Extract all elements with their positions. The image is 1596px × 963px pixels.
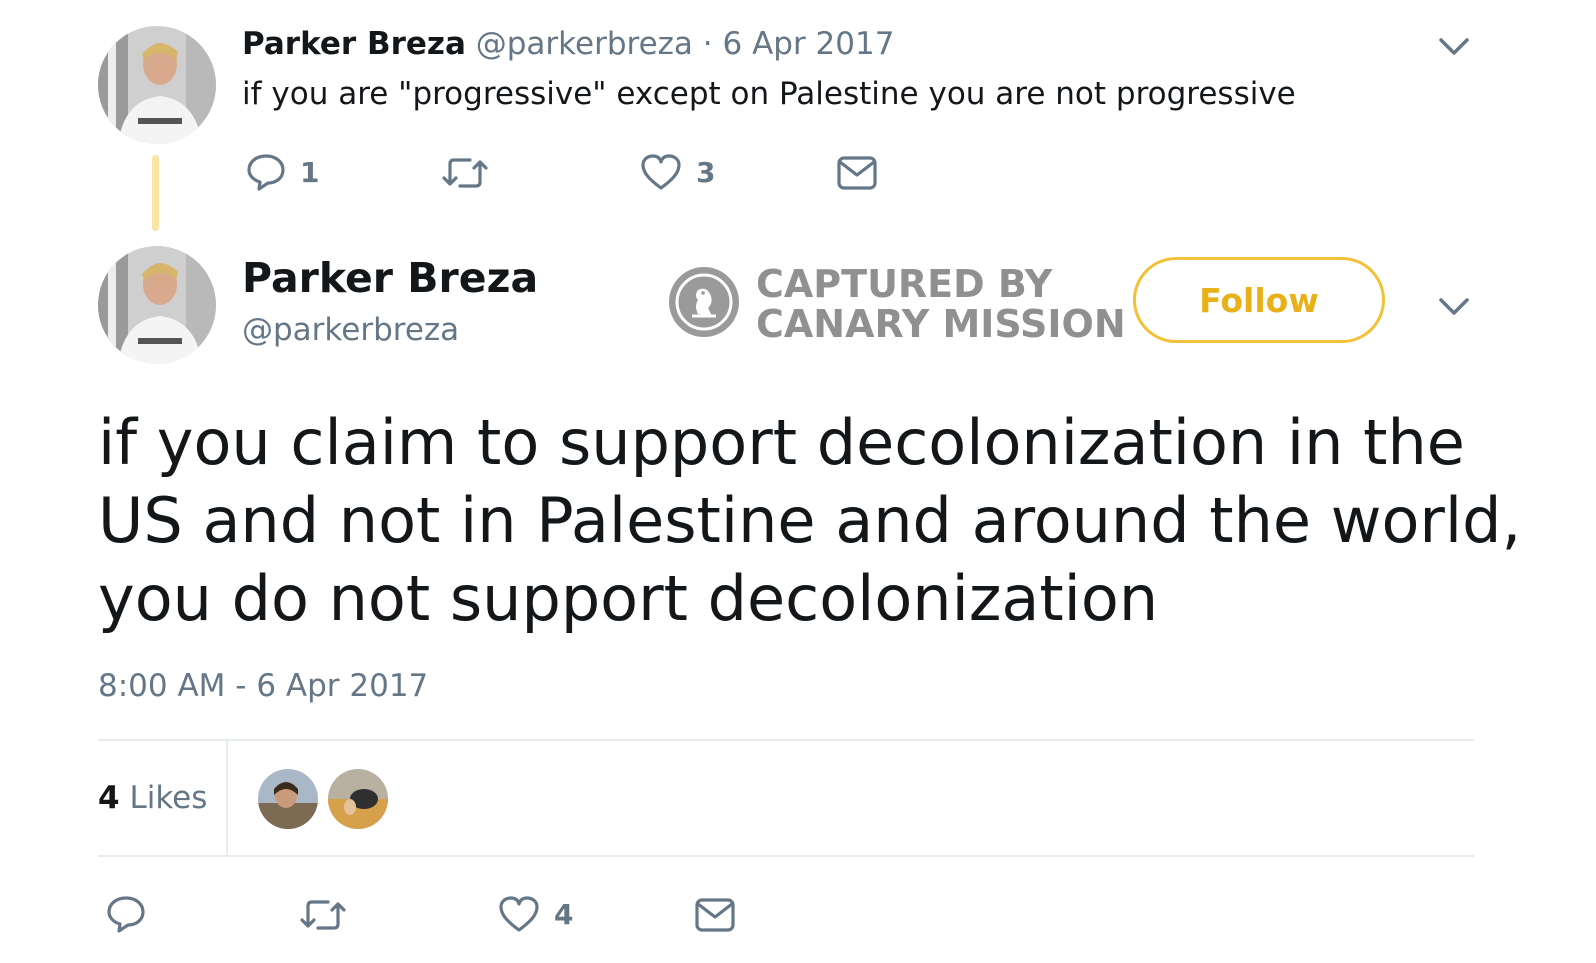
stats-divider-bottom: [98, 855, 1474, 857]
retweet-icon: [300, 896, 346, 934]
main-handle[interactable]: @parkerbreza: [242, 312, 459, 348]
liker-avatar[interactable]: [258, 769, 318, 829]
likes-stat[interactable]: 4 Likes: [98, 780, 207, 816]
main-tweet-text-line-3: you do not support decolonization: [98, 562, 1159, 635]
parent-handle[interactable]: @parkerbreza: [476, 26, 693, 62]
reply-icon: [246, 152, 286, 192]
main-timestamp[interactable]: 8:00 AM - 6 Apr 2017: [98, 668, 428, 704]
direct-message-icon: [836, 155, 878, 191]
parent-thread-line: [152, 155, 159, 231]
parent-display-name[interactable]: Parker Breza: [242, 26, 466, 62]
main-direct-message-button[interactable]: [694, 897, 736, 933]
parent-avatar[interactable]: [98, 26, 216, 144]
watermark-line-1: CAPTURED BY: [756, 262, 1053, 306]
parent-like-button[interactable]: 3: [640, 153, 715, 191]
likes-label: Likes: [129, 780, 208, 816]
main-tweet-text: if you claim to support decolonization i…: [98, 404, 1521, 638]
parent-reply-button[interactable]: 1: [246, 152, 319, 192]
main-display-name[interactable]: Parker Breza: [242, 254, 538, 302]
parent-tweet-text: if you are "progressive" except on Pales…: [242, 76, 1296, 112]
like-icon: [498, 895, 540, 933]
parent-reply-count: 1: [300, 155, 320, 189]
main-like-count: 4: [554, 897, 574, 931]
likes-count: 4: [98, 780, 120, 816]
parent-date[interactable]: 6 Apr 2017: [723, 26, 895, 62]
parent-separator: ·: [702, 26, 713, 62]
parent-like-count: 3: [696, 155, 716, 189]
reply-icon: [106, 894, 146, 934]
main-retweet-button[interactable]: [300, 896, 346, 934]
parent-direct-message-button[interactable]: [836, 155, 878, 191]
main-tweet-text-line-1: if you claim to support decolonization i…: [98, 406, 1465, 479]
stats-vertical-divider: [226, 741, 228, 855]
parent-retweet-button[interactable]: [442, 154, 488, 192]
main-like-button[interactable]: 4: [498, 895, 573, 933]
main-chevron-down-icon[interactable]: [1438, 296, 1470, 322]
main-tweet-text-line-2: US and not in Palestine and around the w…: [98, 484, 1522, 557]
watermark-line-2: CANARY MISSION: [756, 302, 1126, 346]
direct-message-icon: [694, 897, 736, 933]
like-icon: [640, 153, 682, 191]
main-avatar[interactable]: [98, 246, 216, 364]
parent-chevron-down-icon[interactable]: [1438, 36, 1470, 62]
follow-button[interactable]: Follow: [1133, 257, 1385, 343]
liker-avatar[interactable]: [328, 769, 388, 829]
retweet-icon: [442, 154, 488, 192]
canary-mission-logo-icon: [668, 266, 740, 342]
stats-divider-top: [98, 739, 1474, 741]
canary-mission-watermark: CAPTURED BY CANARY MISSION: [668, 264, 1126, 344]
parent-tweet-header: Parker Breza @parkerbreza · 6 Apr 2017: [242, 26, 894, 62]
main-reply-button[interactable]: [106, 894, 146, 934]
